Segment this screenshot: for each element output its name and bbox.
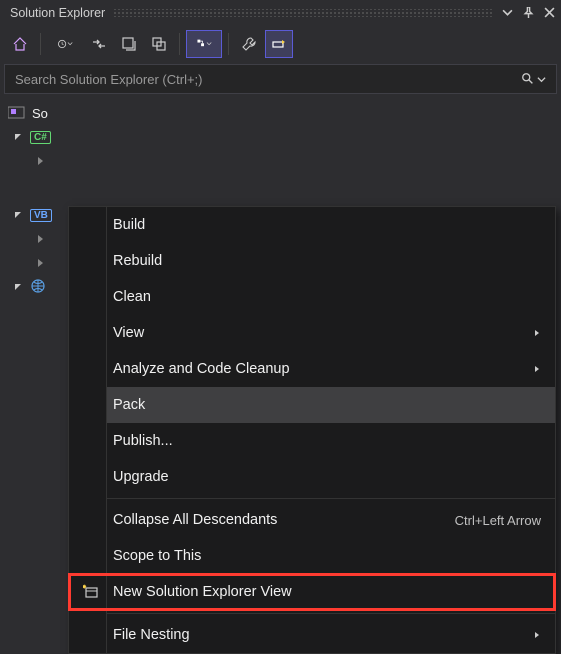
expand-arrow-open-icon[interactable] bbox=[12, 131, 24, 143]
menu-clean[interactable]: Clean bbox=[69, 279, 555, 315]
stack-icon[interactable] bbox=[115, 30, 143, 58]
menu-label: View bbox=[113, 325, 531, 341]
csharp-tag-icon: C# bbox=[30, 131, 51, 144]
close-icon[interactable] bbox=[544, 6, 555, 21]
submenu-arrow-icon bbox=[531, 627, 541, 643]
menu-view[interactable]: View bbox=[69, 315, 555, 351]
menu-label: Rebuild bbox=[113, 253, 541, 269]
tree-child[interactable] bbox=[0, 149, 561, 173]
menu-collapse-all[interactable]: Collapse All Descendants Ctrl+Left Arrow bbox=[69, 502, 555, 538]
menu-new-solution-explorer-view[interactable]: New Solution Explorer View bbox=[69, 574, 555, 610]
menu-scope-to-this[interactable]: Scope to This bbox=[69, 538, 555, 574]
menu-shortcut: Ctrl+Left Arrow bbox=[455, 513, 541, 528]
toolbar bbox=[0, 26, 561, 62]
toolbar-separator bbox=[40, 33, 41, 55]
expand-arrow-closed-icon[interactable] bbox=[34, 233, 46, 245]
expand-arrow-open-icon[interactable] bbox=[12, 281, 24, 293]
menu-label: Collapse All Descendants bbox=[113, 512, 455, 528]
menu-label: Scope to This bbox=[113, 548, 541, 564]
new-view-icon bbox=[69, 584, 113, 600]
toolbar-separator bbox=[228, 33, 229, 55]
project-node-csharp[interactable]: C# bbox=[0, 125, 561, 149]
menu-label: New Solution Explorer View bbox=[113, 584, 541, 600]
menu-publish[interactable]: Publish... bbox=[69, 423, 555, 459]
search-placeholder: Search Solution Explorer (Ctrl+;) bbox=[15, 72, 521, 87]
search-icon[interactable] bbox=[521, 72, 546, 86]
window-dropdown-icon[interactable] bbox=[502, 6, 513, 21]
pin-icon[interactable] bbox=[523, 6, 534, 21]
menu-separator bbox=[69, 613, 555, 614]
menu-label: Build bbox=[113, 217, 541, 233]
view-switch-active-icon[interactable] bbox=[186, 30, 222, 58]
panel-title: Solution Explorer bbox=[10, 6, 105, 20]
menu-label: File Nesting bbox=[113, 627, 531, 643]
expand-arrow-closed-icon[interactable] bbox=[34, 155, 46, 167]
menu-rebuild[interactable]: Rebuild bbox=[69, 243, 555, 279]
menu-upgrade[interactable]: Upgrade bbox=[69, 459, 555, 495]
submenu-arrow-icon bbox=[531, 325, 541, 341]
submenu-arrow-icon bbox=[531, 361, 541, 377]
toolbar-separator bbox=[179, 33, 180, 55]
copy-icon[interactable] bbox=[145, 30, 173, 58]
panel-titlebar: Solution Explorer bbox=[0, 0, 561, 26]
home-icon[interactable] bbox=[6, 30, 34, 58]
menu-label: Analyze and Code Cleanup bbox=[113, 361, 531, 377]
menu-label: Publish... bbox=[113, 433, 541, 449]
menu-pack[interactable]: Pack bbox=[69, 387, 555, 423]
menu-analyze[interactable]: Analyze and Code Cleanup bbox=[69, 351, 555, 387]
menu-build[interactable]: Build bbox=[69, 207, 555, 243]
menu-label: Upgrade bbox=[113, 469, 541, 485]
solution-label: So bbox=[32, 106, 48, 121]
vb-tag-icon: VB bbox=[30, 209, 52, 222]
menu-label: Pack bbox=[113, 397, 541, 413]
solution-icon bbox=[8, 104, 26, 123]
expand-arrow-closed-icon[interactable] bbox=[34, 257, 46, 269]
globe-icon bbox=[30, 278, 46, 297]
menu-file-nesting[interactable]: File Nesting bbox=[69, 617, 555, 653]
wrench-icon[interactable] bbox=[235, 30, 263, 58]
solution-node[interactable]: So bbox=[0, 102, 561, 125]
sync-icon[interactable] bbox=[85, 30, 113, 58]
context-menu: Build Rebuild Clean View Analyze and Cod… bbox=[68, 206, 556, 654]
menu-separator bbox=[69, 498, 555, 499]
expand-arrow-open-icon[interactable] bbox=[12, 209, 24, 221]
titlebar-grip bbox=[113, 9, 494, 17]
menu-label: Clean bbox=[113, 289, 541, 305]
preview-icon[interactable] bbox=[265, 30, 293, 58]
tree-area: So C# VB Build Rebuild Clean View bbox=[0, 96, 561, 299]
search-box[interactable]: Search Solution Explorer (Ctrl+;) bbox=[4, 64, 557, 94]
history-dropdown-icon[interactable] bbox=[47, 30, 83, 58]
